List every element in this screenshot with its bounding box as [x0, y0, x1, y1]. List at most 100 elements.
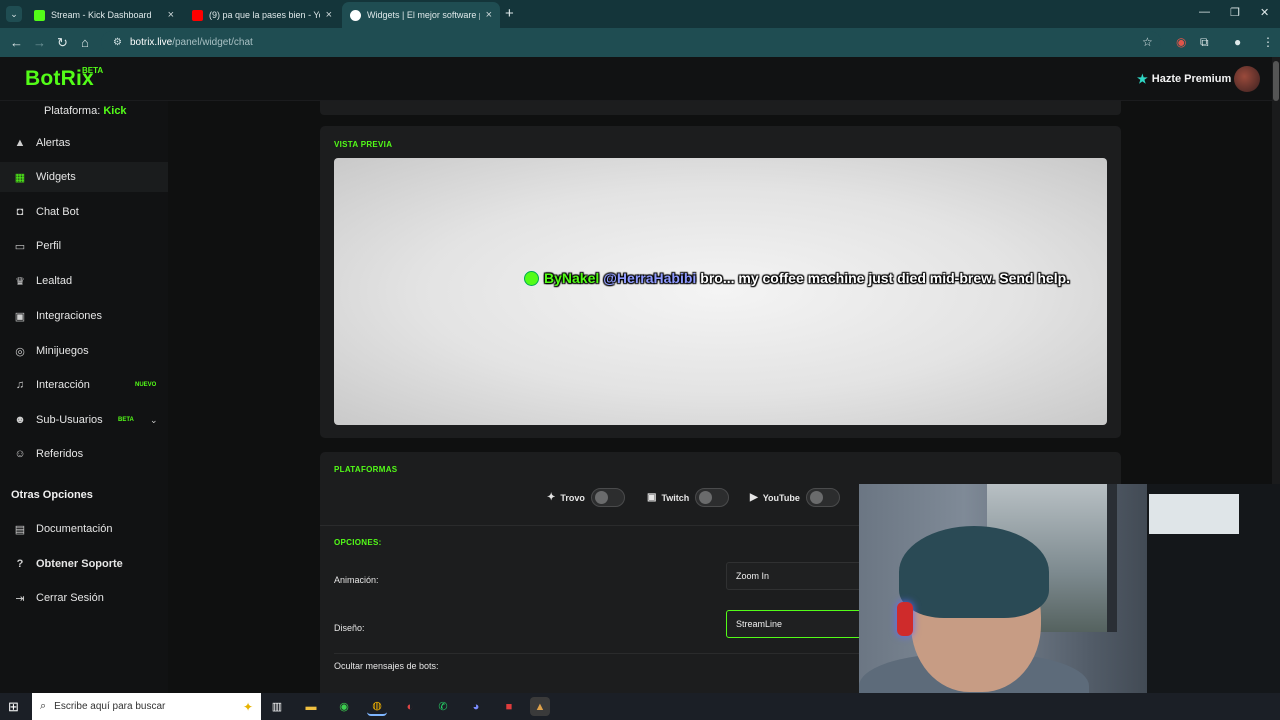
trovo-toggle[interactable] [590, 488, 625, 507]
sidebar-item-referidos[interactable]: ☺ Referidos [0, 439, 168, 469]
streaming-app-icon[interactable]: ■ [499, 697, 519, 716]
chat-username: ByNakel [544, 270, 600, 286]
game-app-icon[interactable]: ▲ [530, 697, 550, 716]
id-card-icon: ▭ [14, 240, 26, 253]
home-icon[interactable]: ⌂ [81, 35, 89, 50]
browser-tab-bar: ⌄ Stream - Kick Dashboard × (9) pa que l… [0, 0, 1280, 28]
site-info-icon[interactable]: ⚙ [113, 37, 122, 48]
chrome-menu-icon[interactable]: ⋮ [1262, 35, 1274, 49]
sidebar-item-sub-usuarios[interactable]: ☻ Sub-Usuarios BETA ⌄ [0, 405, 168, 435]
toggle-knob [594, 491, 608, 504]
trovo-icon: ✦ [547, 492, 556, 503]
chat-text: bro... my coffee machine just died mid-b… [700, 270, 1071, 286]
windows-start-icon[interactable]: ⊞ [8, 699, 19, 715]
profile-avatar-icon[interactable]: ● [1234, 35, 1241, 49]
referrals-icon: ☺ [14, 448, 26, 460]
webcam-cap [899, 526, 1049, 618]
sidebar-item-soporte[interactable]: ? Obtener Soporte [0, 549, 168, 579]
star-icon: ★ [1137, 72, 1148, 86]
help-icon: ? [16, 558, 24, 570]
browser-tab-kick[interactable]: Stream - Kick Dashboard × [26, 2, 182, 28]
sidebar-item-documentacion[interactable]: ▤ Documentación [0, 514, 168, 544]
browser-tab-youtube[interactable]: (9) pa que la pases bien - YouTu × [184, 2, 340, 28]
chrome-icon[interactable]: ◍ [367, 697, 387, 716]
botrix-favicon-icon [350, 9, 361, 21]
platform-toggle-trovo: ✦ Trovo [547, 488, 625, 507]
sidebar-item-interaccion[interactable]: ♫ Interacción NUEVO [0, 370, 168, 400]
taskbar-search[interactable]: ⌕ Escribe aquí para buscar ✦ [32, 693, 261, 720]
url-bar[interactable]: ⚙ botrix.live /panel/widget/chat [101, 31, 1161, 53]
logo-beta-badge: BETA [82, 66, 104, 75]
chat-mention: @HerraHabibi [603, 270, 697, 286]
sidebar-item-lealtad[interactable]: ♛ Lealtad [0, 266, 168, 296]
task-view-icon[interactable]: ▥ [267, 697, 287, 716]
bookmark-star-icon[interactable]: ☆ [1142, 35, 1153, 49]
animation-label: Animación: [334, 575, 379, 585]
restore-icon[interactable]: ❐ [1230, 6, 1240, 19]
youtube-favicon-icon [192, 9, 203, 21]
trophy-icon: ♛ [15, 275, 25, 288]
sidebar-item-alertas[interactable]: ▲ Alertas [0, 128, 168, 158]
platform-toggle-twitch: ▣ Twitch [647, 488, 730, 507]
toggle-knob [699, 491, 713, 504]
previous-card [320, 101, 1121, 115]
discord-icon[interactable]: ◕ [466, 697, 486, 716]
beta-badge: BETA [118, 417, 134, 423]
premium-button[interactable]: ★ Hazte Premium [1137, 72, 1231, 86]
kick-favicon-icon [34, 9, 45, 21]
users-icon: ☻ [14, 414, 26, 426]
close-tab-icon[interactable]: × [168, 9, 174, 21]
music-icon: ♫ [15, 379, 25, 391]
back-icon[interactable]: ← [10, 35, 23, 50]
minimize-icon[interactable]: — [1199, 6, 1210, 18]
search-icon: ⌕ [40, 700, 47, 712]
chevron-down-icon[interactable]: ⌄ [150, 415, 158, 426]
options-label: OPCIONES: [334, 538, 382, 547]
sidebar-item-chat-bot[interactable]: ◘ Chat Bot [0, 197, 168, 227]
app-header: BotRix BETA ★ Hazte Premium [0, 57, 1272, 101]
sidebar-item-cerrar-sesion[interactable]: ⇥ Cerrar Sesión [0, 583, 168, 613]
sidebar: Plataforma: Kick ▲ Alertas ▦ Widgets ◘ C… [0, 101, 168, 693]
forward-icon[interactable]: → [33, 35, 46, 50]
close-window-icon[interactable]: ✕ [1260, 6, 1269, 19]
sidebar-item-minijuegos[interactable]: ◎ Minijuegos [0, 336, 168, 366]
extensions-puzzle-icon[interactable]: ⧉ [1200, 35, 1209, 50]
browser-tab-botrix[interactable]: Widgets | El mejor software pa × [342, 2, 500, 28]
widgets-icon: ▦ [14, 171, 26, 184]
warning-icon: ▲ [14, 137, 26, 149]
logout-icon: ⇥ [15, 592, 25, 605]
new-tab-button[interactable]: + [505, 5, 514, 22]
sidebar-item-widgets[interactable]: ▦ Widgets [0, 162, 168, 192]
sidebar-item-perfil[interactable]: ▭ Perfil [0, 231, 168, 261]
url-host: botrix.live [129, 36, 173, 48]
twitch-icon: ▣ [647, 492, 657, 503]
tab-list-button[interactable]: ⌄ [6, 6, 22, 22]
reload-icon[interactable]: ↻ [57, 35, 68, 51]
url-path: /panel/widget/chat [172, 36, 253, 48]
phone-app-icon[interactable]: ◉ [334, 697, 354, 716]
file-explorer-icon[interactable]: ▬ [301, 697, 321, 716]
robot-icon: ◘ [16, 206, 24, 218]
platform-toggle-youtube: ▶ YouTube [750, 488, 840, 507]
obs-icon[interactable]: ◐ [400, 697, 420, 716]
whatsapp-icon[interactable]: ✆ [433, 697, 453, 716]
platform-indicator: Plataforma: Kick [44, 105, 127, 117]
close-tab-icon[interactable]: × [486, 9, 492, 21]
platforms-label: PLATAFORMAS [334, 465, 398, 474]
sidebar-item-integraciones[interactable]: ▣ Integraciones [0, 301, 168, 331]
hide-bots-label: Ocultar mensajes de bots: [334, 661, 439, 671]
extension-icon[interactable]: ◉ [1176, 35, 1186, 49]
toggle-knob [809, 491, 823, 504]
new-badge: NUEVO [135, 382, 157, 388]
section-title-other: Otras Opciones [11, 489, 93, 501]
close-tab-icon[interactable]: × [326, 9, 332, 21]
address-toolbar: ← → ↻ ⌂ ⚙ botrix.live /panel/widget/chat… [0, 28, 1280, 57]
design-label: Diseño: [334, 623, 365, 633]
scrollbar-thumb[interactable] [1273, 61, 1279, 101]
integrations-icon: ▣ [14, 310, 26, 323]
user-avatar[interactable] [1234, 66, 1260, 92]
sparkle-icon: ✦ [242, 699, 253, 714]
twitch-toggle[interactable] [695, 488, 730, 507]
youtube-toggle[interactable] [805, 488, 840, 507]
preview-label: VISTA PREVIA [334, 140, 393, 149]
